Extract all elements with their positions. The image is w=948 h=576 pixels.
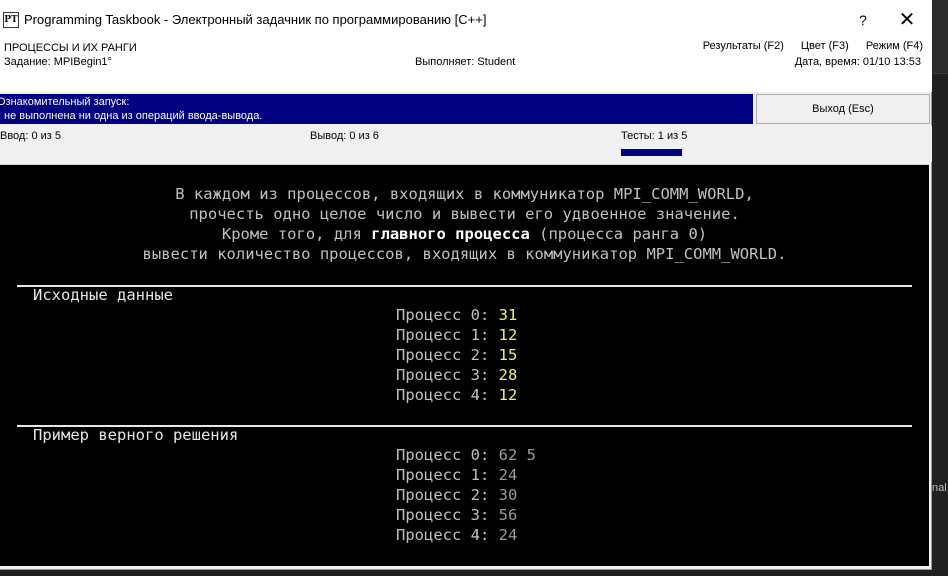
input-row-value: 28 bbox=[498, 366, 518, 384]
close-icon[interactable]: ✕ bbox=[890, 6, 924, 34]
input-data-title: Исходные данные bbox=[33, 286, 173, 304]
solution-row-value: 24 bbox=[498, 526, 518, 544]
description-line-3-start: Кроме того, для bbox=[221, 225, 372, 243]
input-row: Процесс 0: 31 bbox=[396, 306, 517, 324]
description-line-3: Кроме того, для главного процесса (проце… bbox=[0, 225, 929, 243]
solution-row: Процесс 4: 24 bbox=[396, 526, 517, 544]
tests-progress-bar bbox=[621, 149, 682, 156]
performer-name: Выполняет: Student bbox=[415, 56, 516, 68]
input-row-label: Процесс 0: bbox=[396, 306, 499, 324]
solution-title: Пример верного решения bbox=[33, 426, 239, 444]
exit-button[interactable]: Выход (Esc) bbox=[756, 94, 930, 124]
description-line-2: прочесть одно целое число и вывести его … bbox=[189, 205, 740, 223]
input-counter: Ввод: 0 из 5 bbox=[0, 130, 61, 142]
date-time: Дата, время: 01/10 13:53 bbox=[794, 56, 921, 68]
solution-row: Процесс 1: 24 bbox=[396, 466, 517, 484]
window-title: Programming Taskbook - Электронный задач… bbox=[24, 12, 487, 27]
title-bar[interactable]: PT Programming Taskbook - Электронный за… bbox=[0, 0, 932, 40]
input-row-value: 12 bbox=[498, 326, 518, 344]
tests-counter: Тесты: 1 из 5 bbox=[621, 130, 688, 142]
input-row-label: Процесс 3: bbox=[396, 366, 499, 384]
description-line-4: вывести количество процессов, входящих в… bbox=[142, 245, 787, 263]
top-menu: Результаты (F2) Цвет (F3) Режим (F4) bbox=[689, 40, 923, 52]
input-row-label: Процесс 2: bbox=[396, 346, 499, 364]
solution-row-label: Процесс 0: bbox=[396, 446, 499, 464]
solution-row-value: 24 bbox=[498, 466, 518, 484]
input-row: Процесс 3: 28 bbox=[396, 366, 517, 384]
task-info-panel: ПРОЦЕССЫ И ИХ РАНГИ Задание: MPIBegin1° … bbox=[0, 40, 932, 92]
help-button[interactable]: ? bbox=[848, 6, 878, 34]
input-row: Процесс 4: 12 bbox=[396, 386, 517, 404]
menu-color[interactable]: Цвет (F3) bbox=[801, 40, 849, 52]
solution-row-label: Процесс 2: bbox=[396, 486, 499, 504]
solution-row-label: Процесс 3: bbox=[396, 506, 499, 524]
status-line-1: Ознакомительный запуск: bbox=[0, 96, 130, 108]
solution-row-value: 30 bbox=[498, 486, 518, 504]
solution-row: Процесс 3: 56 bbox=[396, 506, 517, 524]
description-line-3-end: (процесса ранга 0) bbox=[529, 225, 708, 243]
input-row: Процесс 1: 12 bbox=[396, 326, 517, 344]
status-message-panel: Ознакомительный запуск: не выполнена ни … bbox=[0, 94, 753, 124]
task-console: В каждом из процессов, входящих в коммун… bbox=[0, 164, 929, 566]
output-counter: Вывод: 0 из 6 bbox=[310, 130, 379, 142]
app-icon: PT bbox=[3, 12, 19, 28]
status-line-2: не выполнена ни одна из операций ввода-в… bbox=[4, 110, 263, 122]
solution-row-label: Процесс 1: bbox=[396, 466, 499, 484]
input-row-value: 31 bbox=[498, 306, 518, 324]
input-row-label: Процесс 1: bbox=[396, 326, 499, 344]
desktop-background-right: nal bbox=[932, 0, 948, 576]
menu-results[interactable]: Результаты (F2) bbox=[703, 40, 784, 52]
input-row-label: Процесс 4: bbox=[396, 386, 499, 404]
menu-mode[interactable]: Режим (F4) bbox=[866, 40, 923, 52]
input-row: Процесс 2: 15 bbox=[396, 346, 517, 364]
solution-row: Процесс 0: 62 5 bbox=[396, 446, 536, 464]
solution-row: Процесс 2: 30 bbox=[396, 486, 517, 504]
input-row-value: 15 bbox=[498, 346, 518, 364]
background-window-text: nal bbox=[932, 482, 947, 494]
solution-row-value: 56 bbox=[498, 506, 518, 524]
io-counters: Ввод: 0 из 5 Вывод: 0 из 6 Тесты: 1 из 5 bbox=[0, 126, 932, 162]
section-title: ПРОЦЕССЫ И ИХ РАНГИ bbox=[4, 42, 137, 54]
description-line-3-bold: главного процесса bbox=[371, 225, 530, 243]
background-window-strip bbox=[932, 0, 948, 74]
task-name: Задание: MPIBegin1° bbox=[4, 56, 112, 68]
input-row-value: 12 bbox=[498, 386, 518, 404]
description-line-1: В каждом из процессов, входящих в коммун… bbox=[175, 185, 754, 203]
solution-row-value: 62 5 bbox=[498, 446, 536, 464]
taskbook-window: PT Programming Taskbook - Электронный за… bbox=[0, 0, 932, 570]
solution-row-label: Процесс 4: bbox=[396, 526, 499, 544]
